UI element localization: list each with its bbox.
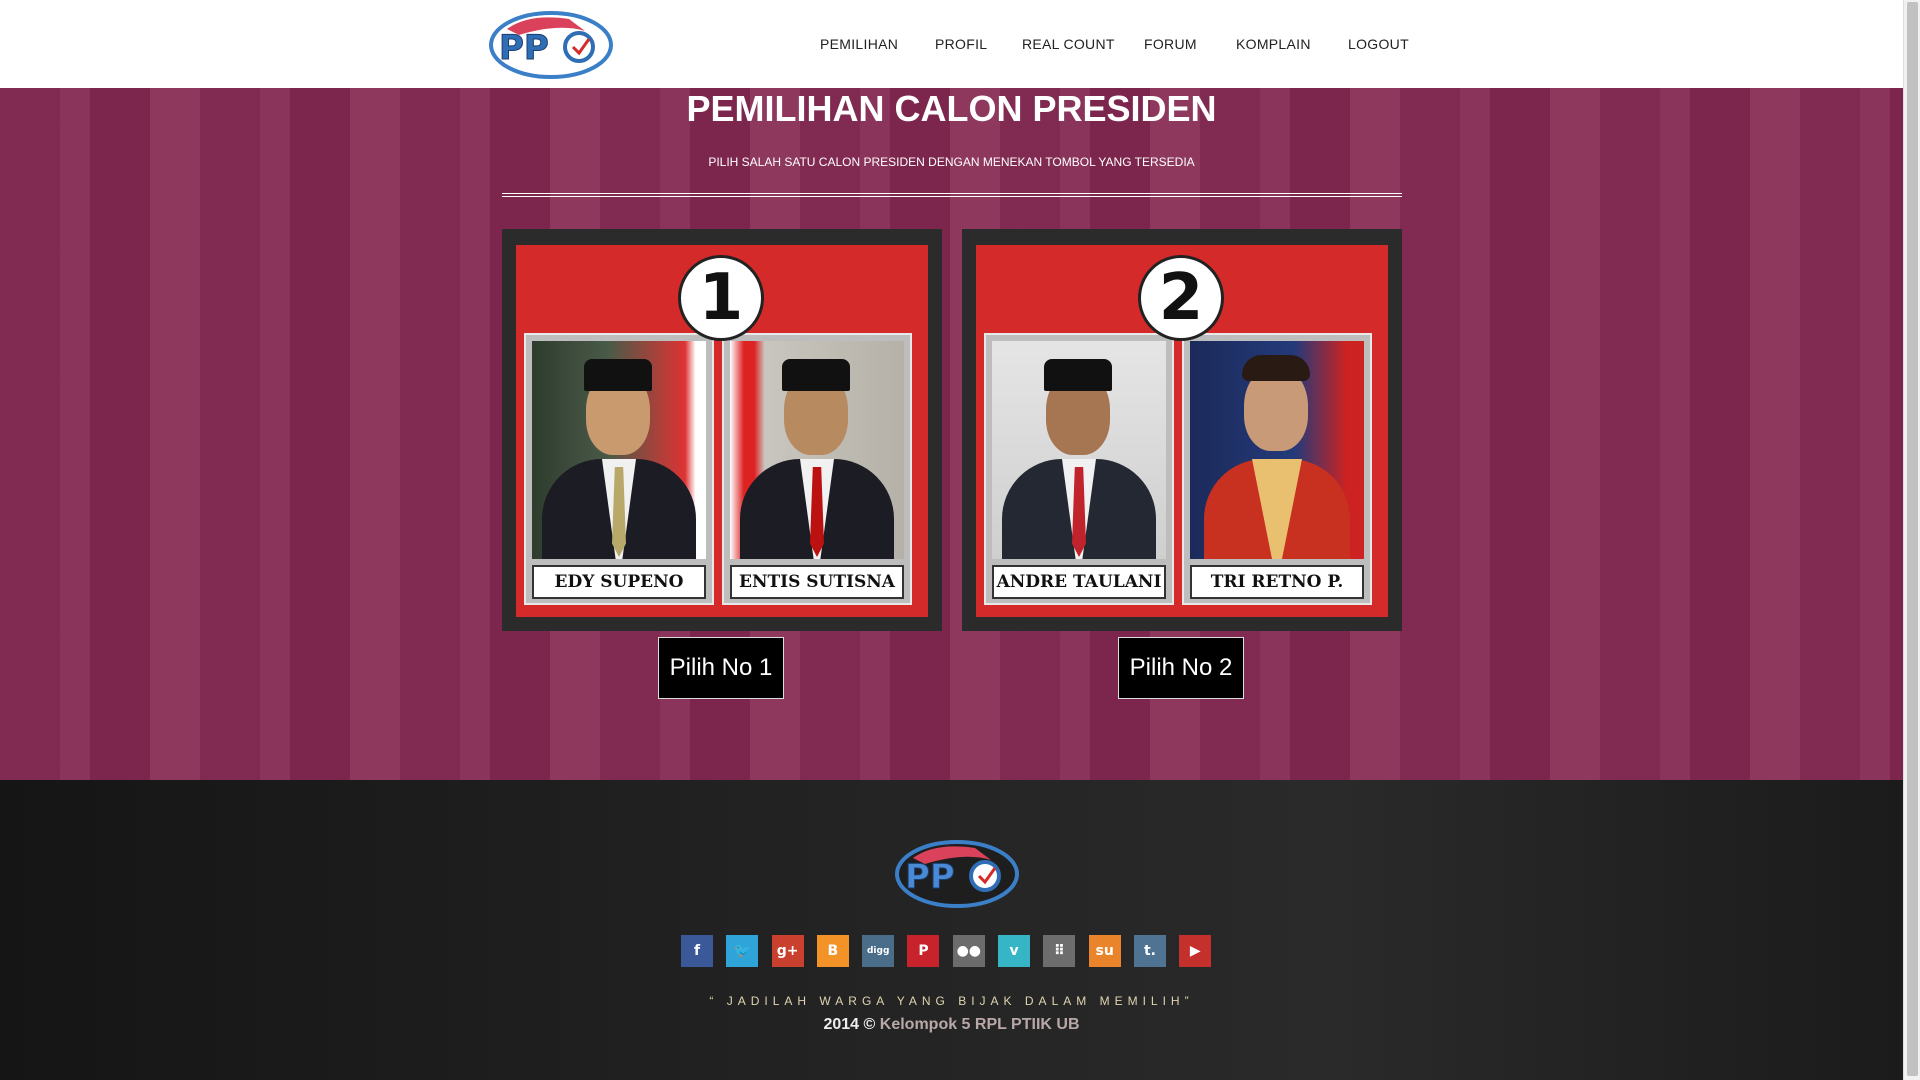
google-plus-icon[interactable]: g+ [771, 935, 804, 967]
pinterest-icon[interactable]: P [907, 935, 940, 967]
candidate-photo [730, 341, 904, 559]
site-footer: PP f 🐦 g+ Bdigg P ●● v ⠿ su t. ▶ “ JADILAH WARGA Y… [0, 780, 1903, 1080]
candidate-name: ANDRE TAULANI [992, 565, 1166, 599]
flickr-icon[interactable]: ●● [952, 935, 985, 967]
candidate-photo [532, 341, 706, 559]
candidate-number-badge: 1 [678, 255, 764, 341]
copyright: 2014 © Kelompok 5 RPL PTIIK UB [0, 1016, 1903, 1034]
candidate-poster: ANDRE TAULANI TRI RETNO P. 2 [976, 245, 1388, 617]
candidate-number-badge: 2 [1138, 255, 1224, 341]
vote-button-2[interactable]: Pilih No 2 [1118, 637, 1244, 699]
twitter-icon[interactable]: 🐦 [726, 935, 759, 967]
stumbleupon-icon[interactable]: su [1088, 935, 1121, 967]
nav-pemilihan[interactable]: PEMILIHAN [820, 36, 898, 52]
candidate-poster: EDY SUPENO ENTIS SUTISNA 1 [516, 245, 928, 617]
tumblr-icon[interactable]: t. [1133, 935, 1166, 967]
myspace-icon[interactable]: ⠿ [1043, 935, 1076, 967]
candidate-name: EDY SUPENO [532, 565, 706, 599]
page-scrollbar[interactable] [1903, 0, 1920, 1080]
nav-profil[interactable]: PROFIL [935, 36, 987, 52]
candidate-photo-frame: ANDRE TAULANI [984, 333, 1174, 605]
candidate-name: TRI RETNO P. [1190, 565, 1364, 599]
footer-quote: “ JADILAH WARGA YANG BIJAK DALAM MEMILIH… [709, 994, 1194, 1008]
candidate-card-1: EDY SUPENO ENTIS SUTISNA 1 [502, 229, 942, 631]
social-links: f 🐦 g+ Bdigg P ●● v ⠿ su t. ▶ [681, 935, 1225, 967]
digg-icon[interactable]: digg [862, 935, 895, 967]
divider [502, 193, 1402, 197]
election-section: PEMILIHAN CALON PRESIDEN PILIH SALAH SAT… [0, 88, 1903, 780]
vote-button-1[interactable]: Pilih No 1 [658, 637, 784, 699]
copyright-year: 2014 © [823, 1016, 876, 1033]
page-subtitle: PILIH SALAH SATU CALON PRESIDEN DENGAN M… [708, 155, 1195, 169]
candidate-photo-frame: TRI RETNO P. [1182, 333, 1372, 605]
nav-forum[interactable]: FORUM [1144, 36, 1197, 52]
vimeo-icon[interactable]: v [998, 935, 1031, 967]
nav-logout[interactable]: LOGOUT [1348, 36, 1409, 52]
candidate-photo [1190, 341, 1364, 559]
candidate-photo-frame: EDY SUPENO [524, 333, 714, 605]
facebook-icon[interactable]: f [681, 935, 713, 967]
nav-real-count[interactable]: REAL COUNT [1022, 36, 1115, 52]
blogger-icon[interactable]: B [816, 935, 849, 967]
site-header: PP PEMILIHAN PROFIL REAL COUNT FORUM KOM… [0, 0, 1903, 88]
youtube-icon[interactable]: ▶ [1179, 935, 1212, 967]
footer-logo[interactable]: PP [895, 838, 1019, 908]
candidate-name: ENTIS SUTISNA [730, 565, 904, 599]
nav-komplain[interactable]: KOMPLAIN [1236, 36, 1311, 52]
copyright-link[interactable]: Kelompok 5 RPL PTIIK UB [880, 1016, 1080, 1033]
svg-text:PP: PP [499, 28, 549, 68]
candidate-photo-frame: ENTIS SUTISNA [722, 333, 912, 605]
candidate-photo [992, 341, 1166, 559]
page-title: PEMILIHAN CALON PRESIDEN [686, 88, 1217, 129]
candidate-card-2: ANDRE TAULANI TRI RETNO P. 2 [962, 229, 1402, 631]
svg-text:PP: PP [905, 857, 955, 897]
ppo-logo[interactable]: PP [489, 9, 613, 79]
